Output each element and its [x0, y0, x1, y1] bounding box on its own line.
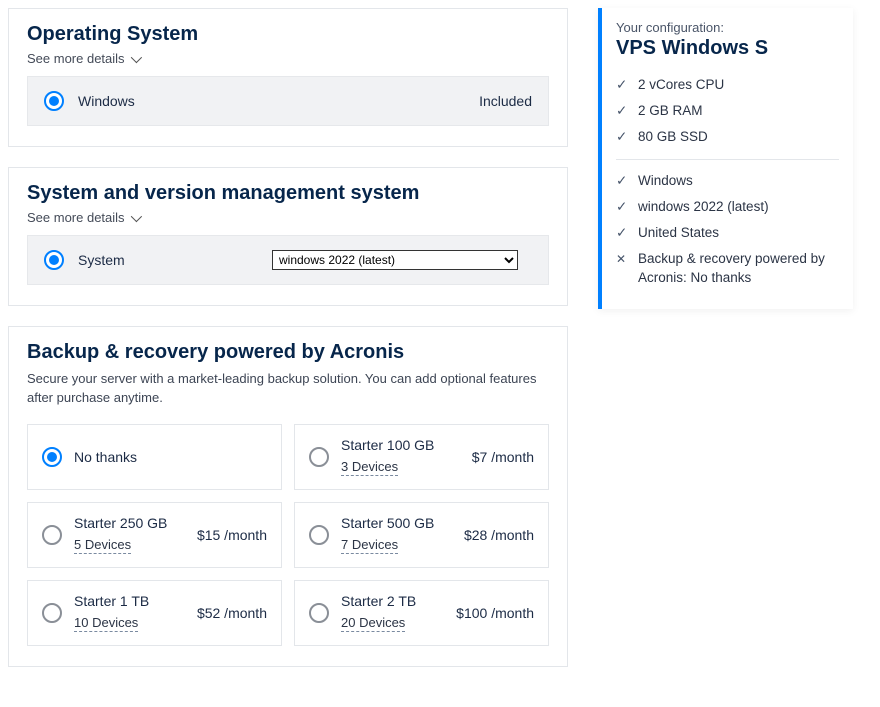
radio-icon[interactable]: [309, 525, 329, 545]
check-icon: [616, 224, 630, 242]
plan-price: $28 /month: [464, 527, 534, 543]
backup-title: Backup & recovery powered by Acronis: [27, 341, 549, 364]
config-title: VPS Windows S: [616, 37, 839, 60]
plan-name: Starter 100 GB: [341, 437, 460, 453]
plan-name: Starter 500 GB: [341, 515, 452, 531]
config-item: Backup & recovery powered by Acronis: No…: [616, 246, 839, 290]
version-option-label: System: [78, 252, 258, 268]
version-option-row: System windows 2022 (latest): [27, 235, 549, 285]
spec-item: 2 GB RAM: [616, 98, 839, 124]
os-see-more[interactable]: See more details: [27, 51, 139, 66]
divider: [616, 159, 839, 160]
config-summary: Your configuration: VPS Windows S 2 vCor…: [598, 8, 853, 309]
os-option-label: Windows: [78, 93, 135, 109]
plan-price: $7 /month: [472, 449, 534, 465]
backup-plan-1tb[interactable]: Starter 1 TB 10 Devices $52 /month: [27, 580, 282, 646]
plan-name: Starter 1 TB: [74, 593, 185, 609]
check-icon: [616, 172, 630, 190]
check-icon: [616, 128, 630, 146]
os-section: Operating System See more details Window…: [8, 8, 568, 147]
config-item: United States: [616, 220, 839, 246]
radio-icon[interactable]: [42, 447, 62, 467]
see-more-label: See more details: [27, 51, 125, 66]
version-title: System and version management system: [27, 182, 549, 205]
plan-price: $100 /month: [456, 605, 534, 621]
config-item: windows 2022 (latest): [616, 194, 839, 220]
check-icon: [616, 76, 630, 94]
config-item: Windows: [616, 168, 839, 194]
version-section: System and version management system See…: [8, 167, 568, 306]
config-spec-list: 2 vCores CPU 2 GB RAM 80 GB SSD Windows …: [616, 72, 839, 291]
radio-icon[interactable]: [309, 447, 329, 467]
os-option-row[interactable]: Windows Included: [27, 76, 549, 126]
plan-devices: 10 Devices: [74, 615, 138, 632]
backup-plan-100gb[interactable]: Starter 100 GB 3 Devices $7 /month: [294, 424, 549, 490]
backup-plan-nothanks[interactable]: No thanks: [27, 424, 282, 490]
spec-item: 80 GB SSD: [616, 124, 839, 150]
backup-plan-2tb[interactable]: Starter 2 TB 20 Devices $100 /month: [294, 580, 549, 646]
radio-icon[interactable]: [42, 603, 62, 623]
plan-name: No thanks: [74, 449, 267, 465]
plan-name: Starter 2 TB: [341, 593, 444, 609]
backup-plan-250gb[interactable]: Starter 250 GB 5 Devices $15 /month: [27, 502, 282, 568]
see-more-label: See more details: [27, 210, 125, 225]
os-included-label: Included: [479, 93, 532, 109]
version-see-more[interactable]: See more details: [27, 210, 139, 225]
check-icon: [616, 102, 630, 120]
os-title: Operating System: [27, 23, 549, 46]
plan-price: $15 /month: [197, 527, 267, 543]
backup-description: Secure your server with a market-leading…: [27, 370, 549, 408]
backup-section: Backup & recovery powered by Acronis Sec…: [8, 326, 568, 667]
plan-name: Starter 250 GB: [74, 515, 185, 531]
chevron-down-icon: [130, 51, 141, 62]
plan-devices: 5 Devices: [74, 537, 131, 554]
radio-icon[interactable]: [309, 603, 329, 623]
radio-icon[interactable]: [42, 525, 62, 545]
radio-icon[interactable]: [44, 250, 64, 270]
check-icon: [616, 198, 630, 216]
plan-devices: 20 Devices: [341, 615, 405, 632]
radio-icon[interactable]: [44, 91, 64, 111]
plan-price: $52 /month: [197, 605, 267, 621]
backup-plan-500gb[interactable]: Starter 500 GB 7 Devices $28 /month: [294, 502, 549, 568]
plan-devices: 7 Devices: [341, 537, 398, 554]
x-icon: [616, 250, 630, 268]
backup-plan-grid: No thanks Starter 100 GB 3 Devices $7 /m…: [27, 424, 549, 646]
version-select[interactable]: windows 2022 (latest): [272, 250, 518, 270]
spec-item: 2 vCores CPU: [616, 72, 839, 98]
config-label: Your configuration:: [616, 20, 839, 35]
plan-devices: 3 Devices: [341, 459, 398, 476]
chevron-down-icon: [130, 210, 141, 221]
